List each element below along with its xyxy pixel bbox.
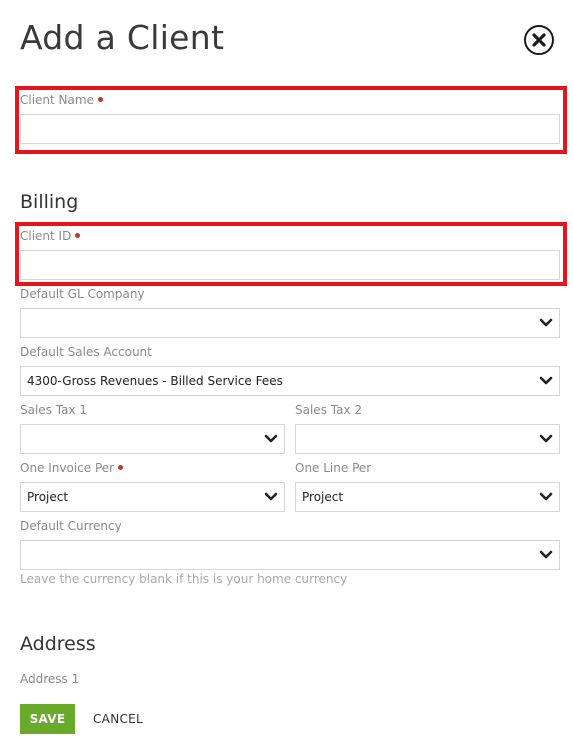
save-button[interactable]: SAVE <box>20 704 75 734</box>
sales-tax-1-label: Sales Tax 1 <box>20 403 88 417</box>
cancel-button[interactable]: CANCEL <box>93 704 143 734</box>
default-sales-account-label: Default Sales Account <box>20 345 152 359</box>
chevron-down-icon <box>539 550 553 559</box>
chevron-down-icon <box>264 434 278 443</box>
one-invoice-per-select[interactable]: Project <box>20 482 285 512</box>
client-id-input[interactable] <box>20 250 560 280</box>
one-line-per-label: One Line Per <box>295 461 372 475</box>
default-sales-account-select[interactable]: 4300-Gross Revenues - Billed Service Fee… <box>20 366 560 396</box>
default-currency-hint: Leave the currency blank if this is your… <box>20 572 348 586</box>
chevron-down-icon <box>264 492 278 501</box>
sales-tax-2-label: Sales Tax 2 <box>295 403 363 417</box>
close-icon <box>532 33 546 47</box>
one-line-per-value: Project <box>302 490 344 504</box>
default-gl-company-select[interactable] <box>20 308 560 338</box>
chevron-down-icon <box>539 434 553 443</box>
required-indicator <box>75 233 81 238</box>
default-gl-company-label: Default GL Company <box>20 287 145 301</box>
client-id-label: Client ID <box>20 229 81 243</box>
required-indicator <box>97 97 103 102</box>
dialog-title: Add a Client <box>20 18 225 57</box>
default-currency-label: Default Currency <box>20 519 122 533</box>
billing-heading: Billing <box>20 191 79 213</box>
chevron-down-icon <box>539 376 553 385</box>
client-name-label: Client Name <box>20 93 103 107</box>
one-invoice-per-label: One Invoice Per <box>20 461 124 475</box>
required-indicator <box>118 465 124 470</box>
one-invoice-per-value: Project <box>27 490 69 504</box>
client-name-input[interactable] <box>20 114 560 144</box>
sales-tax-2-select[interactable] <box>295 424 560 454</box>
default-currency-select[interactable] <box>20 540 560 570</box>
chevron-down-icon <box>539 318 553 327</box>
address-heading: Address <box>20 633 96 655</box>
close-button[interactable] <box>524 25 554 55</box>
one-line-per-select[interactable]: Project <box>295 482 560 512</box>
sales-tax-1-select[interactable] <box>20 424 285 454</box>
address-1-label: Address 1 <box>20 672 80 686</box>
default-sales-account-value: 4300-Gross Revenues - Billed Service Fee… <box>27 374 283 388</box>
chevron-down-icon <box>539 492 553 501</box>
